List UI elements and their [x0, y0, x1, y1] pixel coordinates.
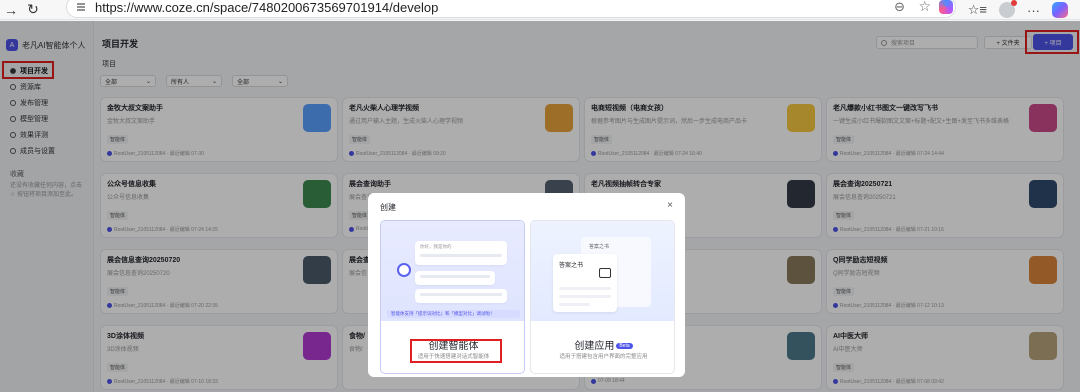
back-icon[interactable]: →	[0, 0, 22, 20]
copilot-icon[interactable]	[1052, 2, 1068, 18]
zoom-icon[interactable]: ⊖	[894, 0, 905, 15]
dialog-title: 创建	[380, 203, 396, 212]
url-text[interactable]: https://www.coze.cn/space/74802006735697…	[95, 0, 438, 15]
site-info-icon[interactable]	[75, 1, 87, 13]
beta-badge: Beta	[616, 343, 633, 350]
tip-text: 智能体支持「提示词对比」和「模型对比」调试啦！	[391, 311, 495, 316]
app-preview-window: 答案之书	[553, 254, 617, 312]
agent-preview: 你好，我是你的 智能体支持「提示词对比」和「模型对比」调试啦！	[381, 221, 524, 321]
book-icon	[599, 268, 611, 278]
app-option-title: 创建应用 Beta	[531, 337, 674, 352]
chat-bubble	[415, 289, 507, 303]
app-preview: 答案之书 答案之书	[531, 221, 674, 321]
app-preview-back-title: 答案之书	[589, 244, 610, 250]
refresh-icon[interactable]: ↻	[22, 0, 44, 20]
browser-toolbar: → ↻ https://www.coze.cn/space/7480200673…	[0, 0, 1080, 20]
favorites-icon[interactable]: ☆≡	[968, 2, 987, 18]
chat-bubble	[415, 271, 495, 285]
more-menu-icon[interactable]: ···	[1027, 3, 1040, 18]
highlight-box-create-agent	[410, 339, 502, 363]
favorite-star-icon[interactable]: ☆	[918, 0, 931, 15]
chat-bubble: 你好，我是你的	[415, 241, 507, 265]
bubble-text: 你好，我是你的	[420, 244, 452, 249]
address-bar[interactable]: https://www.coze.cn/space/74802006735697…	[66, 0, 956, 18]
app-option-desc: 适用于搭建包含用户界面的完整应用	[559, 354, 648, 360]
bot-icon	[397, 263, 411, 277]
create-dialog: 创建 × 你好，我是你的 智能体支持「提示词对比」和「模型对比」调试啦！ 创建智…	[368, 193, 685, 377]
app-option-title-text: 创建应用	[574, 341, 615, 352]
create-app-option[interactable]: 答案之书 答案之书 创建应用 Beta 适用于搭建包含用户界面的完整应用	[530, 220, 675, 374]
profile-avatar[interactable]	[999, 0, 1017, 18]
extension-icon[interactable]	[939, 0, 953, 14]
close-icon[interactable]: ×	[667, 200, 673, 211]
agent-tip-strip: 智能体支持「提示词对比」和「模型对比」调试啦！	[387, 310, 520, 318]
